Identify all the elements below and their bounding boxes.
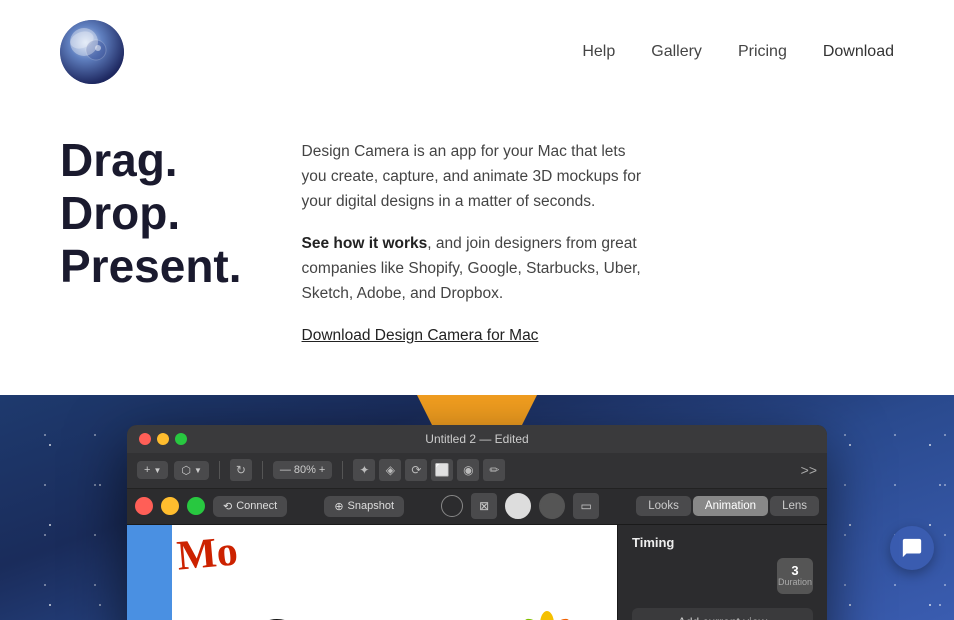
hero-cta-text: See how it works, and join designers fro… bbox=[302, 232, 642, 306]
panel-record-btn[interactable] bbox=[505, 493, 531, 519]
add-view-btn[interactable]: Add current view bbox=[632, 608, 813, 620]
canvas-content: Mo 16 bbox=[127, 525, 617, 620]
hero-headline: Drag. Drop. Present. bbox=[60, 134, 242, 293]
toolbar-more[interactable]: >> bbox=[801, 462, 817, 478]
center-canvas: Mo 16 bbox=[172, 525, 617, 620]
mac-toolbar: + ▼ ⬡ ▼ ↻ — 80% + ✦ ◈ ⟳ ⬜ ◉ ✏ bbox=[127, 453, 827, 489]
logo bbox=[60, 20, 124, 84]
snapshot-btn[interactable]: ⊕ Snapshot bbox=[324, 496, 404, 517]
mac-main-area: Mo 16 bbox=[127, 525, 827, 620]
toolbar-icon-6[interactable]: ✏ bbox=[483, 459, 505, 481]
panel-traffic-yellow[interactable] bbox=[161, 497, 179, 515]
nav-gallery[interactable]: Gallery bbox=[651, 43, 702, 61]
hero-section: Drag. Drop. Present. Design Camera is an… bbox=[0, 104, 954, 395]
toolbar-shape-btn[interactable]: ⬡ ▼ bbox=[174, 461, 209, 480]
toolbar-add-btn[interactable]: + ▼ bbox=[137, 461, 168, 479]
timing-badge: 3 Duration bbox=[777, 558, 813, 594]
nav-download[interactable]: Download bbox=[823, 43, 894, 61]
canvas-handwriting: Mo bbox=[175, 527, 240, 580]
canvas-area: Mo 16 bbox=[127, 525, 617, 620]
nav-help[interactable]: Help bbox=[582, 43, 615, 61]
maximize-button[interactable] bbox=[175, 433, 187, 445]
toolbar-icon-3[interactable]: ⟳ bbox=[405, 459, 427, 481]
panel-settings-btn[interactable] bbox=[539, 493, 565, 519]
tab-looks[interactable]: Looks bbox=[636, 496, 691, 516]
panel-toggle-1[interactable] bbox=[441, 495, 463, 517]
traffic-lights bbox=[139, 433, 187, 445]
hero-description: Design Camera is an app for your Mac tha… bbox=[302, 140, 642, 214]
minimize-button[interactable] bbox=[157, 433, 169, 445]
hero-download-link[interactable]: Download Design Camera for Mac bbox=[302, 327, 539, 345]
hero-content: Design Camera is an app for your Mac tha… bbox=[302, 134, 642, 345]
chat-bubble[interactable] bbox=[890, 526, 934, 570]
panel-square-btn[interactable]: ▭ bbox=[573, 493, 599, 519]
toolbar-icon-5[interactable]: ◉ bbox=[457, 459, 479, 481]
nav: Help Gallery Pricing Download bbox=[582, 43, 894, 61]
toolbar-icon-4[interactable]: ⬜ bbox=[431, 459, 453, 481]
close-button[interactable] bbox=[139, 433, 151, 445]
toolbar-icon-1[interactable]: ✦ bbox=[353, 459, 375, 481]
mac-window: Untitled 2 — Edited + ▼ ⬡ ▼ ↻ — 80% + ✦ bbox=[127, 425, 827, 620]
connect-btn[interactable]: ⟲ Connect bbox=[213, 496, 287, 517]
toolbar-sep-1 bbox=[219, 461, 220, 479]
panel-delete-btn[interactable]: ⊠ bbox=[471, 493, 497, 519]
header: Help Gallery Pricing Download bbox=[0, 0, 954, 104]
panel-traffic-red[interactable] bbox=[135, 497, 153, 515]
toolbar-sep-2 bbox=[262, 461, 263, 479]
window-title: Untitled 2 — Edited bbox=[425, 432, 528, 446]
tab-lens[interactable]: Lens bbox=[770, 496, 819, 516]
right-panel: Timing 3 Duration Add current view bbox=[617, 525, 827, 620]
timing-row: 3 Duration bbox=[618, 556, 827, 602]
photos-icon bbox=[507, 602, 587, 620]
tab-animation[interactable]: Animation bbox=[693, 496, 768, 516]
mac-panel-bar: ⟲ Connect ⊕ Snapshot ⊠ ▭ Looks Animation… bbox=[127, 489, 827, 525]
app-preview-section: Untitled 2 — Edited + ▼ ⬡ ▼ ↻ — 80% + ✦ bbox=[0, 395, 954, 620]
right-panel-header: Timing bbox=[618, 525, 827, 556]
toolbar-icons: ✦ ◈ ⟳ ⬜ ◉ ✏ bbox=[353, 459, 505, 481]
toolbar-zoom[interactable]: — 80% + bbox=[273, 461, 332, 479]
toolbar-icon-2[interactable]: ◈ bbox=[379, 459, 401, 481]
panel-traffic-green[interactable] bbox=[187, 497, 205, 515]
toolbar-rotate-btn[interactable]: ↻ bbox=[230, 459, 252, 481]
hero-cta-bold: See how it works bbox=[302, 235, 428, 252]
panel-tabs: Looks Animation Lens bbox=[636, 496, 819, 516]
left-blue-strip bbox=[127, 525, 172, 620]
chat-icon bbox=[901, 537, 923, 559]
mac-titlebar: Untitled 2 — Edited bbox=[127, 425, 827, 453]
canvas-number: 16 bbox=[192, 605, 303, 620]
toolbar-sep-3 bbox=[342, 461, 343, 479]
hero-headline-container: Drag. Drop. Present. bbox=[60, 134, 242, 293]
nav-pricing[interactable]: Pricing bbox=[738, 43, 787, 61]
